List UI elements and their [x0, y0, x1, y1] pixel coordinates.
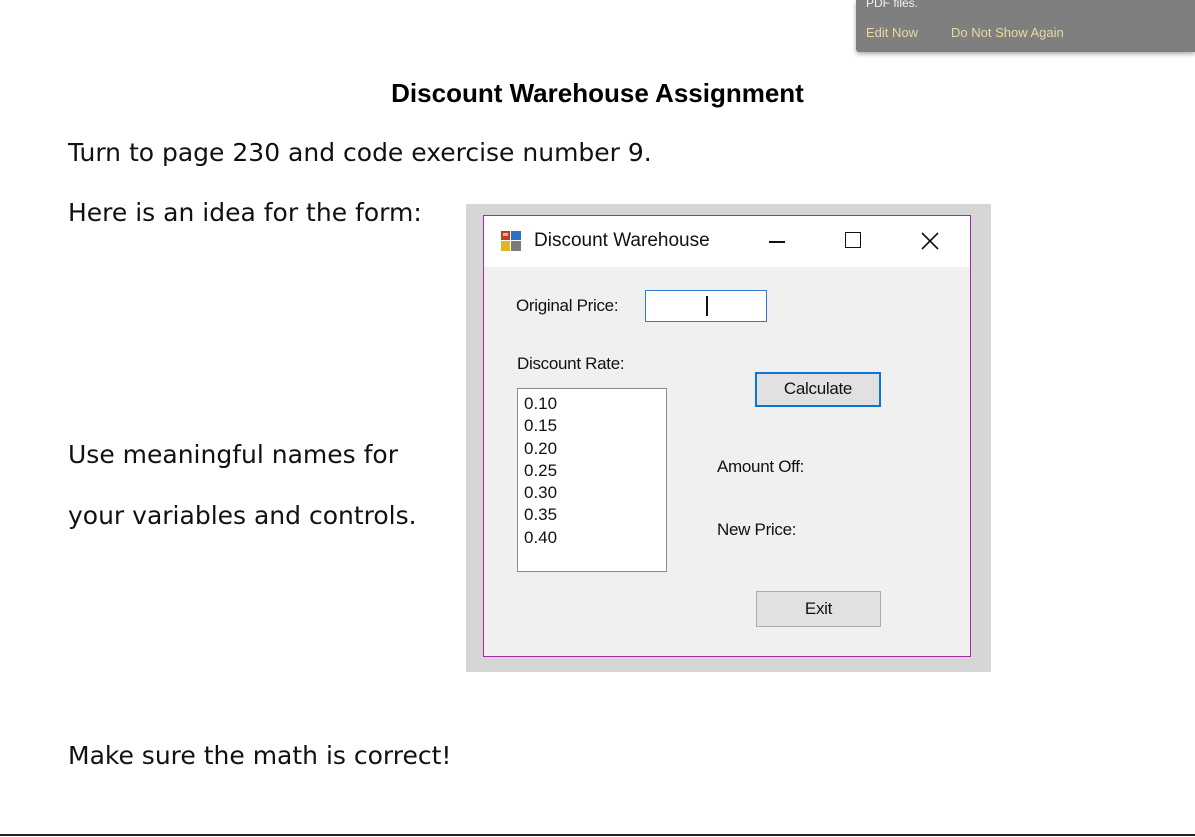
list-item[interactable]: 0.20 — [524, 438, 666, 460]
paragraph-math: Make sure the math is correct! — [68, 741, 452, 770]
title-bar: Discount Warehouse — [484, 216, 970, 267]
original-price-input[interactable] — [645, 290, 767, 322]
form-window: Discount Warehouse Original Price: Disco… — [483, 215, 971, 657]
window-title: Discount Warehouse — [534, 230, 710, 251]
list-item[interactable]: 0.30 — [524, 482, 666, 504]
original-price-label: Original Price: — [516, 296, 619, 315]
amount-off-label: Amount Off: — [717, 457, 805, 476]
paragraph-form-idea: Here is an idea for the form: — [68, 198, 422, 227]
form-screenshot: Discount Warehouse Original Price: Disco… — [466, 204, 991, 672]
minimize-icon[interactable] — [762, 226, 792, 256]
discount-rate-label: Discount Rate: — [517, 354, 625, 373]
list-item[interactable]: 0.25 — [524, 460, 666, 482]
paragraph-instructions: Turn to page 230 and code exercise numbe… — [68, 138, 652, 167]
app-icon — [500, 230, 522, 252]
list-item[interactable]: 0.35 — [524, 504, 666, 526]
notification-text: PDF files. — [866, 0, 919, 10]
close-icon[interactable] — [915, 226, 945, 256]
calculate-button[interactable]: Calculate — [755, 372, 881, 407]
do-not-show-again-link[interactable]: Do Not Show Again — [951, 25, 1064, 40]
document-title: Discount Warehouse Assignment — [391, 78, 804, 108]
maximize-icon[interactable] — [838, 226, 868, 256]
paragraph-names-line1: Use meaningful names for — [68, 440, 398, 469]
list-item[interactable]: 0.15 — [524, 415, 666, 437]
exit-button[interactable]: Exit — [756, 591, 881, 627]
text-caret — [706, 296, 708, 316]
discount-rate-listbox[interactable]: 0.10 0.15 0.20 0.25 0.30 0.35 0.40 — [517, 388, 667, 572]
notification-bar: PDF files. Edit Now Do Not Show Again — [856, 0, 1195, 52]
new-price-label: New Price: — [717, 520, 797, 539]
page-bottom-divider — [0, 834, 1195, 836]
edit-now-link[interactable]: Edit Now — [866, 25, 918, 40]
paragraph-names-line2: your variables and controls. — [68, 501, 417, 530]
list-item[interactable]: 0.10 — [524, 393, 666, 415]
list-item[interactable]: 0.40 — [524, 527, 666, 549]
